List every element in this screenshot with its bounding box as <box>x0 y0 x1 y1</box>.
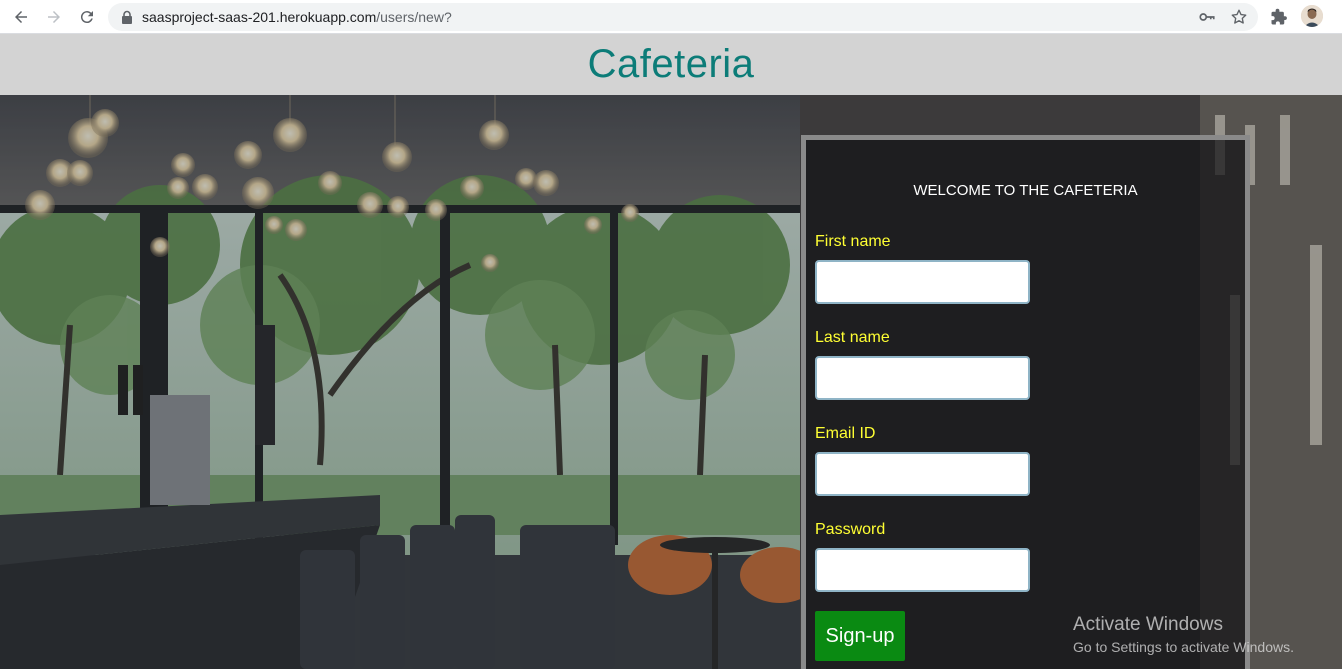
reload-icon[interactable] <box>75 5 99 29</box>
forward-icon[interactable] <box>42 5 66 29</box>
key-icon[interactable] <box>1198 8 1216 26</box>
first-name-input[interactable] <box>815 260 1030 304</box>
activate-windows-watermark: Activate Windows Go to Settings to activ… <box>1073 614 1294 655</box>
address-bar[interactable]: saasproject-saas-201.herokuapp.com/users… <box>108 3 1258 31</box>
email-input[interactable] <box>815 452 1030 496</box>
last-name-input[interactable] <box>815 356 1030 400</box>
watermark-subtitle: Go to Settings to activate Windows. <box>1073 639 1294 655</box>
password-label: Password <box>815 521 886 538</box>
profile-avatar[interactable] <box>1301 5 1323 27</box>
url-path: /users/new? <box>376 9 452 25</box>
welcome-heading: WELCOME TO THE CAFETERIA <box>913 182 1138 199</box>
signup-panel: WELCOME TO THE CAFETERIA First name Last… <box>801 135 1250 669</box>
site-title: Cafeteria <box>587 42 755 86</box>
star-icon[interactable] <box>1230 8 1248 26</box>
last-name-label: Last name <box>815 329 890 346</box>
password-input[interactable] <box>815 548 1030 592</box>
back-icon[interactable] <box>9 5 33 29</box>
first-name-label: First name <box>815 233 891 250</box>
puzzle-icon[interactable] <box>1270 8 1288 26</box>
signup-button[interactable]: Sign-up <box>815 611 905 661</box>
site-header: Cafeteria <box>0 34 1342 95</box>
url-text[interactable]: saasproject-saas-201.herokuapp.com/users… <box>142 9 452 25</box>
url-host: saasproject-saas-201.herokuapp.com <box>142 9 377 25</box>
browser-toolbar: saasproject-saas-201.herokuapp.com/users… <box>0 0 1342 34</box>
watermark-title: Activate Windows <box>1073 614 1223 635</box>
email-label: Email ID <box>815 425 876 442</box>
lock-icon <box>122 10 132 24</box>
